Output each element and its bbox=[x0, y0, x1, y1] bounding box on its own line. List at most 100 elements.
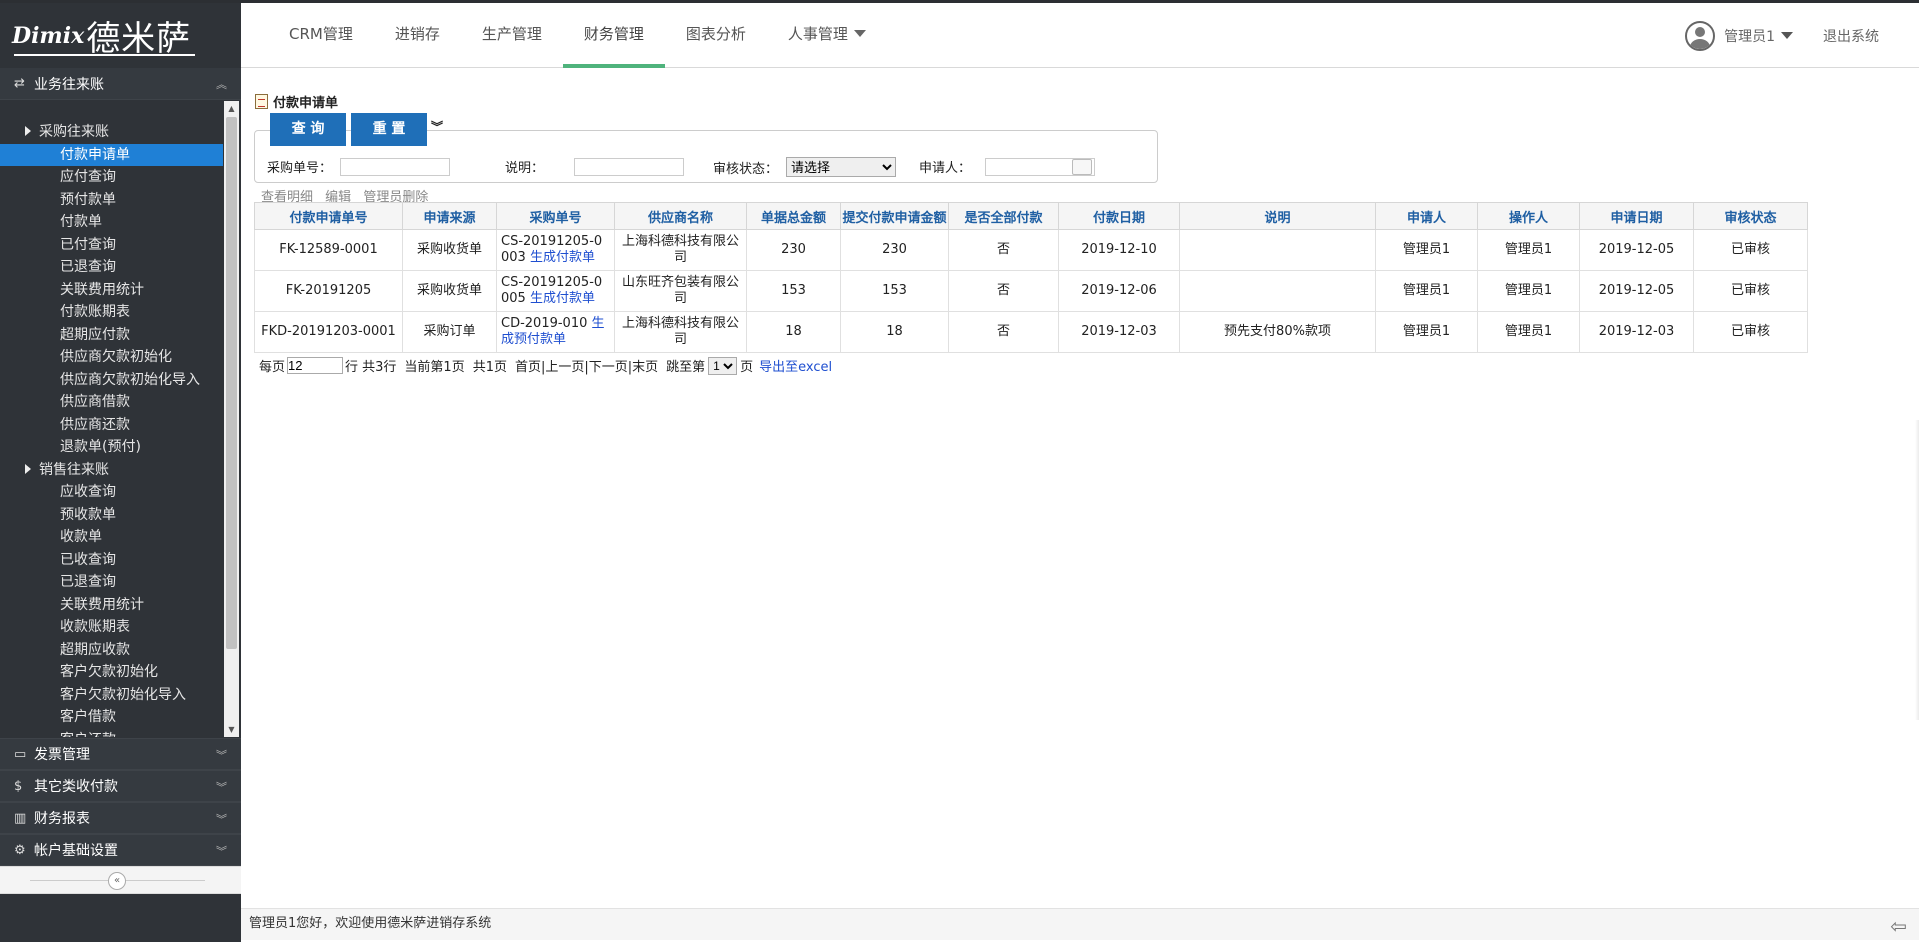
collapse-sidebar-icon[interactable]: « bbox=[108, 872, 126, 890]
table-cell: 已审核 bbox=[1693, 311, 1808, 353]
logout-link[interactable]: 退出系统 bbox=[1823, 26, 1879, 46]
accordion-header-business[interactable]: ⇄ 业务往来账 ︽ bbox=[0, 68, 241, 100]
chevron-down-icon: ︾ bbox=[216, 845, 227, 858]
sidebar-item[interactable]: 关联费用统计 bbox=[0, 594, 223, 617]
sidebar-scrollbar[interactable]: ▲ ▼ bbox=[224, 101, 239, 737]
cell-source: 采购收货单 bbox=[416, 283, 482, 298]
table-row[interactable]: FKD-20191203-0001 采购订单 CD-2019-010 生成预付款单上… bbox=[254, 311, 1808, 353]
generate-payment-link[interactable]: 生成付款单 bbox=[530, 250, 595, 265]
sidebar-item[interactable]: 已付查询 bbox=[0, 234, 223, 257]
nav-item[interactable]: CRM管理 bbox=[268, 3, 374, 68]
sidebar-item[interactable]: 客户借款 bbox=[0, 706, 223, 729]
chevron-down-icon: ︾ bbox=[216, 813, 227, 826]
status-select[interactable]: 请选择 bbox=[786, 157, 897, 177]
column-header[interactable]: 申请人 bbox=[1375, 202, 1478, 230]
cell-no: FKD-20191203-0001 bbox=[261, 324, 396, 339]
per-page-input[interactable] bbox=[287, 357, 344, 374]
nav-item[interactable]: 财务管理 bbox=[562, 3, 665, 68]
column-header[interactable]: 提交付款申请金额 bbox=[840, 202, 949, 230]
avatar-icon[interactable] bbox=[1685, 20, 1716, 51]
applicant-picker-button[interactable] bbox=[1072, 158, 1093, 175]
column-header[interactable]: 审核状态 bbox=[1693, 202, 1808, 230]
main-content: 付款申请单 查 询 重 置 ︾ 采购单号： 说明： 审核状态： 请选择 申请人：… bbox=[241, 68, 1919, 906]
sidebar-item[interactable]: 供应商欠款初始化 bbox=[0, 346, 223, 369]
sidebar-item[interactable]: 客户欠款初始化 bbox=[0, 661, 223, 684]
sidebar-item[interactable]: 应收查询 bbox=[0, 481, 223, 504]
gear-icon: ⚙ bbox=[14, 842, 26, 858]
scroll-down-icon[interactable]: ▼ bbox=[224, 722, 239, 737]
sidebar-group-label: 销售往来账 bbox=[39, 461, 109, 478]
accordion-header[interactable]: $ 其它类收付款 ︾ bbox=[0, 770, 241, 802]
column-header[interactable]: 付款日期 bbox=[1058, 202, 1180, 230]
table-row[interactable]: FK-20191205 采购收货单 CS-20191205-0005 生成付款单 山东… bbox=[254, 270, 1808, 312]
cell-status: 已审核 bbox=[1730, 283, 1770, 298]
sidebar-item[interactable]: 收款单 bbox=[0, 526, 223, 549]
sidebar-item[interactable]: 预付款单 bbox=[0, 189, 223, 212]
column-header[interactable]: 单据总金额 bbox=[746, 202, 841, 230]
fold-icon[interactable]: ⇦ bbox=[1890, 911, 1907, 941]
sidebar-item[interactable]: 付款单 bbox=[0, 211, 223, 234]
cell-apply-amount: 18 bbox=[886, 324, 903, 339]
table-cell: 230 bbox=[840, 229, 949, 271]
sidebar-item[interactable]: 已收查询 bbox=[0, 549, 223, 572]
sidebar-item[interactable]: 预收款单 bbox=[0, 504, 223, 527]
sidebar-item[interactable]: 客户欠款初始化导入 bbox=[0, 684, 223, 707]
sidebar-item[interactable]: 供应商欠款初始化导入 bbox=[0, 369, 223, 392]
sidebar-item[interactable]: 退款单(预付) bbox=[0, 436, 223, 459]
desc-input[interactable] bbox=[574, 157, 685, 176]
sidebar-item[interactable]: 收款账期表 bbox=[0, 616, 223, 639]
sidebar-item[interactable]: 付款申请单 bbox=[0, 143, 223, 166]
query-button[interactable]: 查 询 bbox=[270, 113, 346, 146]
chevron-down-icon: ︾ bbox=[216, 749, 227, 762]
table-row[interactable]: FK-12589-0001 采购收货单 CS-20191205-0003 生成付款单… bbox=[254, 229, 1808, 271]
sidebar-item[interactable]: 付款账期表 bbox=[0, 301, 223, 324]
scroll-up-icon[interactable]: ▲ bbox=[224, 101, 239, 116]
nav-item[interactable]: 进销存 bbox=[374, 3, 461, 68]
table-cell: 上海科德科技有限公司 bbox=[614, 311, 747, 353]
sidebar-item[interactable]: 客户还款 bbox=[0, 729, 223, 738]
cell-desc: 预先支付80%款项 bbox=[1224, 324, 1331, 339]
logo-cn: 德米萨 bbox=[86, 19, 192, 59]
cell-apply-date: 2019-12-05 bbox=[1598, 242, 1675, 257]
column-header[interactable]: 申请日期 bbox=[1579, 202, 1694, 230]
table-cell: 管理员1 bbox=[1375, 270, 1478, 312]
app-root: Dimix 德米萨 CRM管理 进销存 生产管理 财务管理 图表分析 人事管理 管理员1 … bbox=[0, 0, 1919, 942]
sidebar-item[interactable]: 已退查询 bbox=[0, 571, 223, 594]
sidebar-item[interactable]: 关联费用统计 bbox=[0, 279, 223, 302]
column-header[interactable]: 申请来源 bbox=[402, 202, 497, 230]
column-header[interactable]: 说明 bbox=[1179, 202, 1376, 230]
purchase-no-input[interactable] bbox=[340, 157, 451, 176]
column-header[interactable]: 付款申请单号 bbox=[254, 202, 403, 230]
reset-button[interactable]: 重 置 bbox=[351, 113, 427, 146]
accordion-header[interactable]: ▥ 财务报表 ︾ bbox=[0, 802, 241, 834]
jump-page-select[interactable]: 1 bbox=[708, 356, 738, 375]
accordion-header[interactable]: ▭ 发票管理 ︾ bbox=[0, 738, 241, 770]
generate-payment-link[interactable]: 生成付款单 bbox=[530, 291, 595, 306]
export-excel-link[interactable]: 导出至excel bbox=[759, 356, 832, 375]
column-header[interactable]: 供应商名称 bbox=[614, 202, 747, 230]
nav-item[interactable]: 人事管理 bbox=[767, 3, 887, 68]
scroll-thumb[interactable] bbox=[226, 117, 237, 649]
column-header[interactable]: 操作人 bbox=[1477, 202, 1580, 230]
user-menu[interactable]: 管理员1 bbox=[1724, 26, 1793, 46]
cell-applicant: 管理员1 bbox=[1402, 242, 1451, 257]
column-header[interactable]: 采购单号 bbox=[496, 202, 615, 230]
sidebar-item[interactable]: 供应商借款 bbox=[0, 391, 223, 414]
table-cell: 2019-12-03 bbox=[1058, 311, 1180, 353]
page-nav-links[interactable]: 首页|上一页|下一页|末页 bbox=[515, 356, 658, 375]
desc-label: 说明： bbox=[505, 161, 545, 176]
sidebar-item[interactable]: 超期应收款 bbox=[0, 639, 223, 662]
column-header[interactable]: 是否全部付款 bbox=[948, 202, 1059, 230]
sidebar-item[interactable]: 已退查询 bbox=[0, 256, 223, 279]
expand-filter-icon[interactable]: ︾ bbox=[431, 118, 443, 135]
sidebar-group[interactable]: 采购往来账 bbox=[0, 121, 223, 144]
nav-item[interactable]: 生产管理 bbox=[461, 3, 563, 68]
table-cell: 否 bbox=[948, 270, 1059, 312]
sidebar-item[interactable]: 供应商还款 bbox=[0, 414, 223, 437]
nav-item[interactable]: 图表分析 bbox=[665, 3, 767, 68]
sidebar-group[interactable]: 销售往来账 bbox=[0, 459, 223, 482]
accordion-header[interactable]: ⚙ 帐户基础设置 ︾ bbox=[0, 834, 241, 866]
table-cell: CS-20191205-0005 生成付款单 bbox=[496, 270, 615, 312]
sidebar-item[interactable]: 超期应付款 bbox=[0, 324, 223, 347]
sidebar-item[interactable]: 应付查询 bbox=[0, 166, 223, 189]
